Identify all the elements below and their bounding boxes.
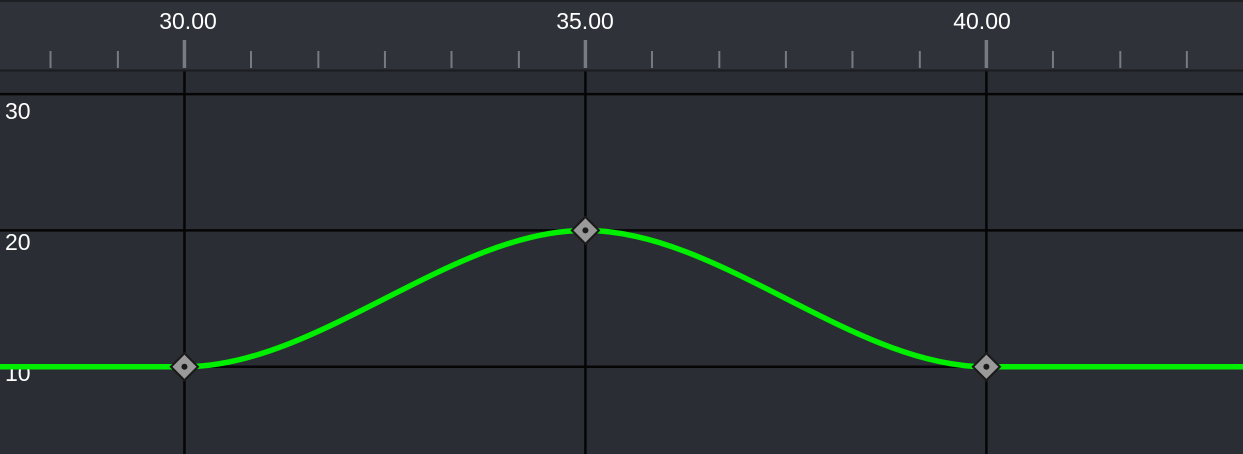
frame-ruler[interactable]: 30.00 35.00 40.00 [0, 0, 1243, 72]
keyframe-center-dot [181, 363, 188, 370]
value-label-10: 10 [5, 360, 31, 386]
frame-label-40: 40.00 [953, 8, 1011, 34]
value-label-30: 30 [5, 98, 31, 124]
keyframe-center-dot [582, 227, 589, 234]
keyframe-center-dot [983, 363, 990, 370]
graph-editor[interactable]: 30.00 35.00 40.00 30 20 10 [0, 0, 1243, 454]
frame-label-30: 30.00 [159, 8, 217, 34]
value-label-20: 20 [5, 229, 31, 255]
frame-label-35: 35.00 [556, 8, 614, 34]
curve-graph[interactable]: 30.00 35.00 40.00 30 20 10 [0, 0, 1243, 454]
